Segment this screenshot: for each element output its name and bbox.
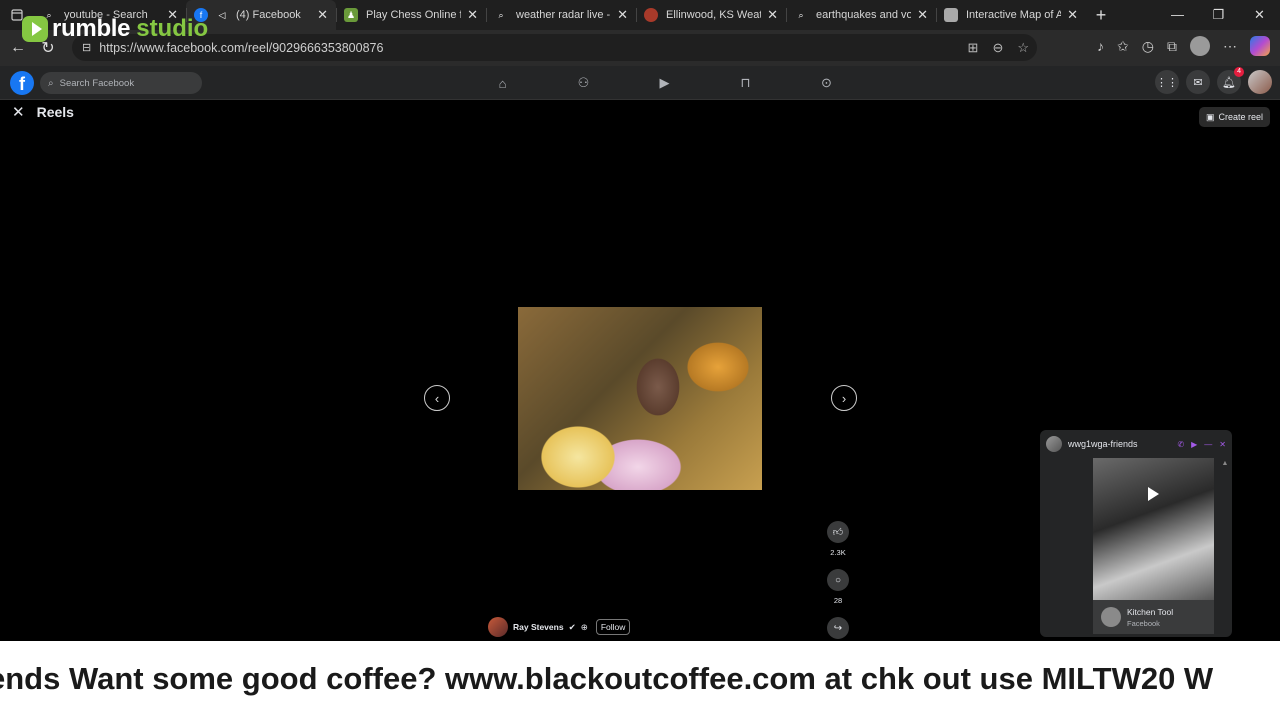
- follow-button[interactable]: Follow: [595, 619, 631, 635]
- reel-video[interactable]: [518, 307, 762, 490]
- chat-name[interactable]: wwg1wga-friends: [1068, 439, 1138, 449]
- chat-header[interactable]: wwg1wga-friends ✆ ▶ — ✕: [1040, 430, 1232, 458]
- globe-icon: ⊕: [580, 621, 588, 632]
- close-tab-icon[interactable]: ✕: [317, 7, 328, 23]
- friends-icon[interactable]: ⚇: [543, 66, 624, 100]
- previous-reel-button[interactable]: ‹: [424, 385, 450, 411]
- share-icon[interactable]: ↪: [827, 617, 849, 639]
- read-aloud-icon[interactable]: ♪: [1097, 38, 1104, 54]
- card-thumbnail: [1101, 607, 1121, 627]
- copilot-icon[interactable]: [1250, 36, 1270, 56]
- close-tab-icon[interactable]: ✕: [467, 7, 478, 23]
- facebook-logo-icon[interactable]: f: [10, 71, 34, 95]
- profile-avatar[interactable]: [1190, 36, 1210, 56]
- comment-count: 28: [833, 596, 843, 605]
- reels-header: ✕ Reels: [12, 103, 74, 121]
- chess-icon: ♟: [344, 8, 358, 22]
- browser-toolbar-right: ♪ ✩ ◷ ⧉ ⋯: [1097, 36, 1270, 56]
- window-controls: — ❐ ✕: [1157, 7, 1280, 23]
- call-icon[interactable]: ✆: [1177, 440, 1184, 449]
- close-tab-icon[interactable]: ✕: [1067, 7, 1078, 23]
- close-tab-icon[interactable]: ✕: [617, 7, 628, 23]
- coffee-ad-ticker: ends Want some good coffee? www.blackout…: [0, 641, 1280, 720]
- close-tab-icon[interactable]: ✕: [917, 7, 928, 23]
- chat-scrollbar[interactable]: ▲: [1220, 460, 1230, 467]
- close-reels-icon[interactable]: ✕: [12, 103, 25, 121]
- close-chat-icon[interactable]: ✕: [1219, 440, 1226, 449]
- facebook-header-right: ⋮⋮ ✉ 🔔︎ 4: [1155, 67, 1272, 94]
- like-count: 2.3K: [830, 548, 846, 557]
- restore-icon[interactable]: ❐: [1198, 7, 1239, 23]
- map-icon: [944, 8, 958, 22]
- gaming-icon[interactable]: ⊙: [786, 66, 867, 100]
- tab-chess[interactable]: ♟ Play Chess Online fo ✕: [336, 0, 486, 30]
- marketplace-icon[interactable]: ⊓: [705, 66, 786, 100]
- address-bar[interactable]: ⊟ https://www.facebook.com/reel/90296663…: [72, 34, 1037, 61]
- home-icon[interactable]: ⌂: [462, 66, 543, 100]
- tab-ellinwood-weather[interactable]: Ellinwood, KS Weath ✕: [636, 0, 786, 30]
- author-avatar[interactable]: [488, 617, 508, 637]
- new-tab-button[interactable]: +: [1086, 5, 1116, 26]
- video-icon[interactable]: ▶: [624, 66, 705, 100]
- video-call-icon[interactable]: ▶: [1191, 440, 1197, 449]
- tab-earthquakes[interactable]: ⌕ earthquakes and vol ✕: [786, 0, 936, 30]
- history-icon[interactable]: ◷: [1142, 38, 1154, 55]
- tab-weather-radar[interactable]: ⌕ weather radar live - ✕: [486, 0, 636, 30]
- author-name[interactable]: Ray Stevens: [513, 622, 564, 632]
- facebook-search-input[interactable]: ⌕ Search Facebook: [40, 72, 202, 94]
- verified-icon: ✔: [568, 621, 576, 632]
- rumble-studio-logo: rumble studio: [22, 14, 208, 44]
- weather-icon: [644, 8, 658, 22]
- like-icon[interactable]: 👍︎: [827, 521, 849, 543]
- screenshot-icon[interactable]: ⧉: [1167, 38, 1177, 55]
- tab-interactive-map[interactable]: Interactive Map of A ✕: [936, 0, 1086, 30]
- facebook-header: f ⌕ Search Facebook ⌂ ⚇ ▶ ⊓ ⊙ ⋮⋮ ✉ 🔔︎ 4: [0, 66, 1280, 100]
- rumble-play-icon: [22, 16, 48, 42]
- chat-avatar[interactable]: [1046, 436, 1062, 452]
- search-icon: ⌕: [498, 9, 504, 20]
- play-icon[interactable]: [1143, 484, 1163, 504]
- reels-title: Reels: [36, 104, 74, 120]
- favorites-icon[interactable]: ✩: [1117, 38, 1129, 55]
- ticker-text: ends Want some good coffee? www.blackout…: [0, 661, 1214, 696]
- notifications-icon[interactable]: 🔔︎ 4: [1217, 67, 1244, 94]
- zoom-icon[interactable]: ⊖: [992, 40, 1003, 56]
- menu-grid-icon[interactable]: ⋮⋮: [1155, 70, 1179, 94]
- speaker-icon[interactable]: ◁: [216, 8, 228, 22]
- close-tab-icon[interactable]: ✕: [767, 7, 778, 23]
- apps-available-icon[interactable]: ⊞: [968, 40, 979, 56]
- messenger-icon[interactable]: ✉: [1186, 70, 1210, 94]
- search-icon: ⌕: [48, 77, 54, 89]
- tab-facebook[interactable]: f ◁ (4) Facebook ✕: [186, 0, 336, 30]
- close-window-icon[interactable]: ✕: [1239, 7, 1280, 23]
- more-options-icon[interactable]: ⋯: [1223, 38, 1237, 55]
- chat-popup: wwg1wga-friends ✆ ▶ — ✕ Kitchen Tool Fac…: [1040, 430, 1232, 637]
- create-reel-button[interactable]: ▣ Create reel: [1199, 107, 1271, 127]
- camera-icon: ▣: [1206, 111, 1215, 122]
- chat-shared-video[interactable]: [1093, 458, 1214, 600]
- minimize-chat-icon[interactable]: —: [1204, 440, 1212, 449]
- facebook-main-nav: ⌂ ⚇ ▶ ⊓ ⊙: [462, 66, 867, 100]
- next-reel-button[interactable]: ›: [831, 385, 857, 411]
- comment-icon[interactable]: ○: [827, 569, 849, 591]
- favorite-star-icon[interactable]: ☆: [1017, 40, 1029, 56]
- minimize-icon[interactable]: —: [1157, 7, 1198, 23]
- notification-badge: 4: [1234, 67, 1244, 77]
- chat-shared-card[interactable]: Kitchen Tool Facebook: [1093, 600, 1214, 634]
- search-icon: ⌕: [798, 9, 804, 20]
- account-avatar[interactable]: [1248, 70, 1272, 94]
- reel-author: Ray Stevens ✔ ⊕ Follow: [488, 617, 631, 637]
